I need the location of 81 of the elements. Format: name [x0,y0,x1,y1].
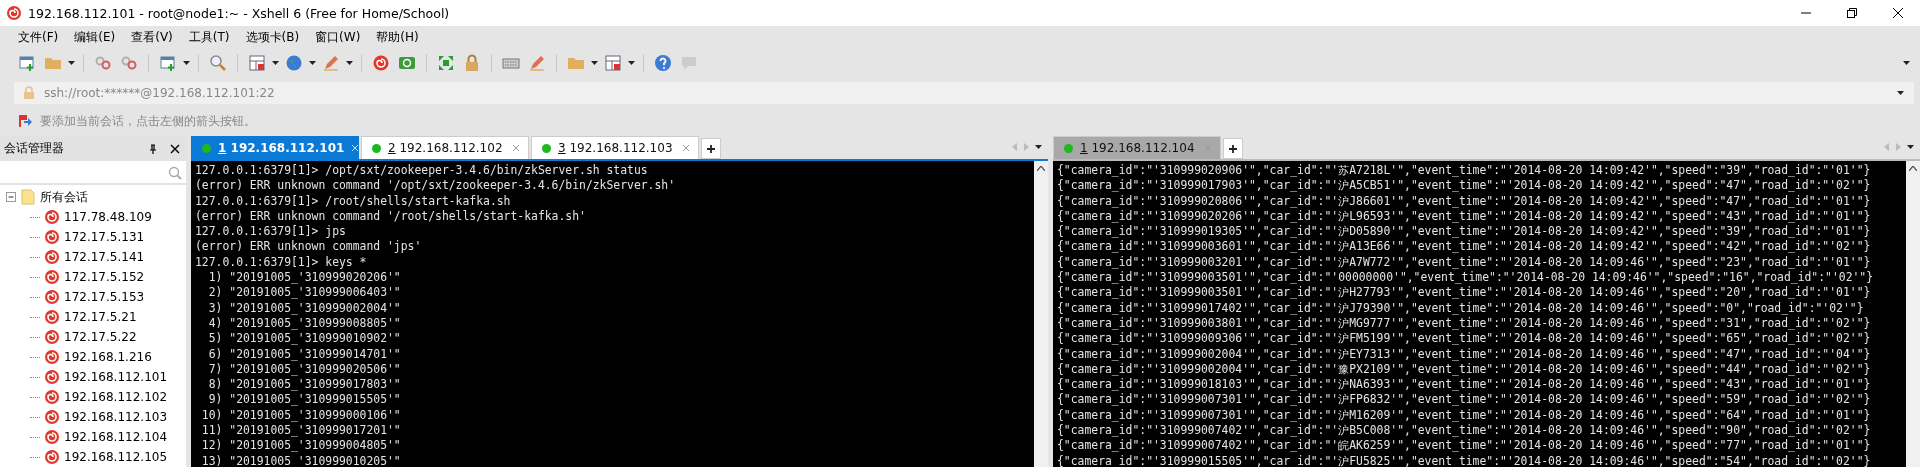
globe-icon[interactable] [285,54,303,72]
caret-icon[interactable] [183,61,190,65]
plus-icon [1228,143,1238,154]
caret-icon[interactable] [272,61,279,65]
menu-item[interactable]: 查看(V) [131,28,173,46]
spiral-icon [44,329,60,345]
tree-item[interactable]: 172.17.5.152 [64,270,145,284]
plus-icon [706,143,716,154]
lock-icon[interactable] [463,54,481,72]
session-tab[interactable]: 2 192.168.112.102 [361,136,529,159]
menu-item[interactable]: 窗口(W) [315,28,361,46]
tab-scroll-icon[interactable] [1884,143,1914,151]
scroll-up-icon[interactable] [1909,166,1917,171]
tree-item[interactable]: 192.168.112.101 [64,370,168,384]
tree-item[interactable]: 172.17.5.153 [64,290,145,304]
new-tab-button[interactable] [1223,138,1243,159]
layout-icon[interactable] [248,54,266,72]
spiral-icon [44,289,60,305]
menu-item[interactable]: 选项卡(B) [245,28,300,46]
scrollbar[interactable] [1906,161,1920,467]
tree-item[interactable]: 172.17.5.22 [64,330,137,344]
close-icon[interactable] [1892,7,1904,19]
menu-item[interactable]: 帮助(H) [376,28,419,46]
spiral-icon [44,369,60,385]
search-icon[interactable] [209,54,227,72]
flag-arrow-icon[interactable] [18,114,32,128]
spiral-icon [44,269,60,285]
tree-item[interactable]: 192.168.112.105 [64,450,168,464]
session-tab[interactable]: 1 192.168.112.101 [191,136,359,159]
scrollbar[interactable] [1034,161,1048,467]
tree-item[interactable]: 172.17.5.21 [64,310,137,324]
link-icon[interactable] [120,54,138,72]
app-spiral-icon [6,5,22,21]
menu-item[interactable]: 编辑(E) [74,28,116,46]
spiral-icon [44,409,60,425]
pen-icon[interactable] [322,54,340,72]
search-icon[interactable] [168,166,182,181]
menu-item[interactable]: 文件(F) [18,28,59,46]
caret-icon[interactable] [346,61,353,65]
restore-icon[interactable] [1846,7,1858,19]
pin-icon[interactable] [148,143,158,154]
tree-item[interactable]: 192.168.112.102 [64,390,168,404]
panel-title: 会话管理器 [4,140,65,158]
tab-scroll-icon[interactable] [1012,143,1042,151]
panel-icon[interactable] [604,54,622,72]
new-tab-button[interactable] [701,138,721,159]
hint-text: 要添加当前会话，点击左侧的箭头按钮。 [40,113,256,129]
folder-icon [21,189,35,205]
fullscreen-icon[interactable] [437,54,455,72]
tree-item[interactable]: 172.17.5.141 [64,250,145,264]
window-title: 192.168.112.101 - root@node1:~ - Xshell 6 (Free for Home/School) [28,5,450,21]
menu-item[interactable]: 工具(T) [188,28,230,46]
caret-icon[interactable] [68,61,75,65]
spiral-icon [44,209,60,225]
spiral-icon [44,349,60,365]
caret-icon[interactable] [628,61,635,65]
caret-icon[interactable] [1897,91,1904,95]
spiral-icon[interactable] [372,54,390,72]
help-icon[interactable] [654,54,672,72]
session-tab[interactable]: 1 192.168.112.104 [1053,136,1221,159]
lock-icon [22,86,36,100]
collapse-icon[interactable] [6,192,16,202]
spiral-icon [44,229,60,245]
new-window-icon[interactable] [18,54,36,72]
caret-icon[interactable] [309,61,316,65]
tree-item[interactable]: 192.168.1.216 [64,350,152,364]
session-tab[interactable]: 3 192.168.112.103 [531,136,699,159]
scroll-up-icon[interactable] [1037,166,1045,171]
spiral-icon [44,389,60,405]
tree-item[interactable]: 192.168.112.104 [64,430,168,444]
tree-item[interactable]: 172.17.5.131 [64,230,145,244]
close-icon[interactable] [170,143,180,154]
spiral-icon [44,249,60,265]
tree-item[interactable]: 117.78.48.109 [64,210,152,224]
caret-icon[interactable] [591,61,598,65]
tree-item[interactable]: 所有会话 [40,188,88,206]
highlighter-icon[interactable] [528,54,546,72]
spiral-icon [44,309,60,325]
spiral-icon [44,429,60,445]
tree-item[interactable]: 192.168.112.103 [64,410,168,424]
caret-icon[interactable] [1903,61,1910,65]
